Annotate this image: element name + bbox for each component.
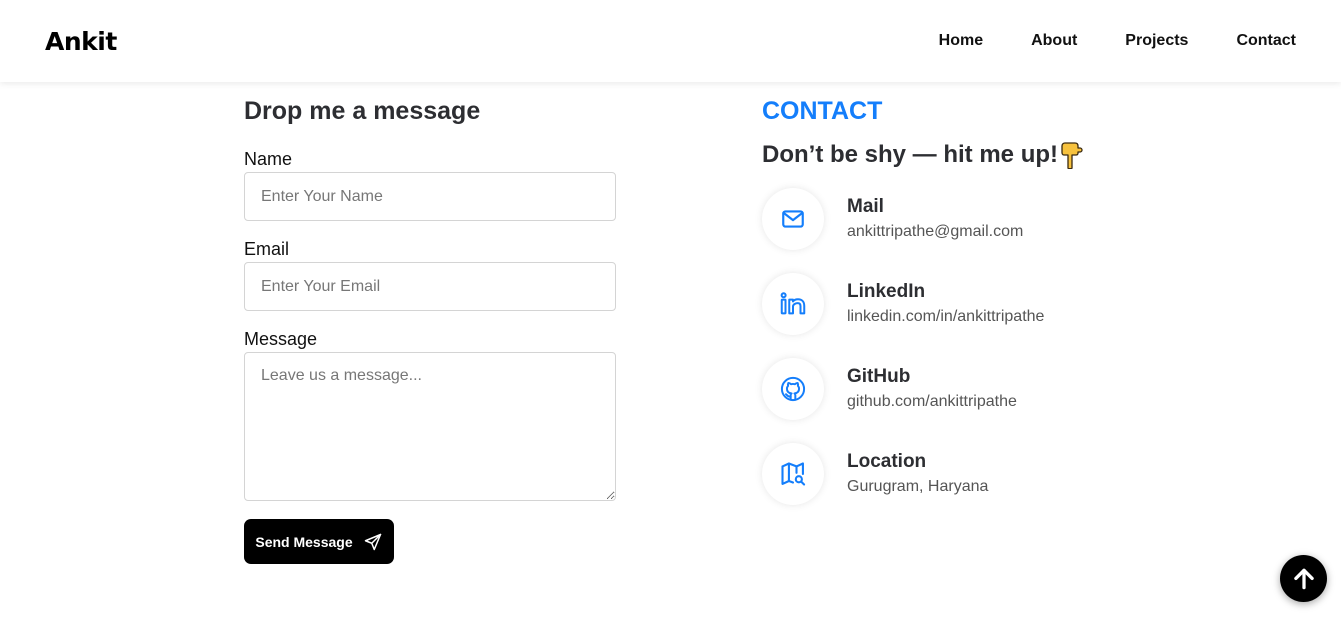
map-location-icon (762, 442, 824, 505)
nav-link-contact[interactable]: Contact (1236, 32, 1296, 50)
linkedin-icon (762, 272, 824, 335)
nav-link-about[interactable]: About (1031, 32, 1077, 50)
nav-link-home[interactable]: Home (939, 32, 983, 50)
form-title: Drop me a message (244, 97, 481, 125)
contact-label: Location (847, 451, 927, 472)
scroll-to-top-button[interactable] (1280, 555, 1327, 602)
send-message-label: Send Message (255, 533, 353, 550)
name-label: Name (244, 149, 293, 169)
contact-heading: Don’t be shy — hit me up! (762, 140, 1182, 170)
contact-text: LinkedIn linkedin.com/in/ankittripathe (847, 280, 1044, 327)
email-label: Email (244, 239, 290, 259)
send-message-button[interactable]: Send Message (244, 519, 394, 564)
contact-value[interactable]: ankittripathe@gmail.com (847, 222, 1023, 242)
contact-item-linkedin[interactable]: LinkedIn linkedin.com/in/ankittripathe (762, 272, 1182, 335)
contact-label: LinkedIn (847, 281, 926, 302)
message-label: Message (244, 329, 318, 349)
contact-form: Drop me a message Name Email Message Sen… (244, 96, 616, 564)
contact-label: GitHub (847, 366, 911, 387)
contact-text: Location Gurugram, Haryana (847, 450, 988, 497)
contact-heading-text: Don’t be shy — hit me up! (762, 141, 1059, 168)
brand-logo[interactable]: Ankit (45, 27, 117, 56)
pointing-down-icon (1060, 141, 1084, 169)
name-input[interactable] (244, 172, 616, 221)
message-textarea[interactable] (244, 352, 616, 501)
mail-icon (762, 187, 824, 250)
navbar: Ankit Home About Projects Contact (0, 0, 1341, 82)
contact-item-location[interactable]: Location Gurugram, Haryana (762, 442, 1182, 505)
contact-item-mail[interactable]: Mail ankittripathe@gmail.com (762, 187, 1182, 250)
nav-links: Home About Projects Contact (939, 32, 1296, 50)
email-input[interactable] (244, 262, 616, 311)
contact-kicker: CONTACT (762, 97, 883, 125)
contact-label: Mail (847, 196, 884, 217)
github-icon (762, 357, 824, 420)
contact-text: GitHub github.com/ankittripathe (847, 365, 1017, 412)
arrow-up-icon (1291, 566, 1317, 592)
contact-info: CONTACT Don’t be shy — hit me up! Mail a… (762, 96, 1182, 527)
contact-item-github[interactable]: GitHub github.com/ankittripathe (762, 357, 1182, 420)
contact-value[interactable]: github.com/ankittripathe (847, 392, 1017, 412)
contact-text: Mail ankittripathe@gmail.com (847, 195, 1023, 242)
contact-value[interactable]: linkedin.com/in/ankittripathe (847, 307, 1044, 327)
contact-value: Gurugram, Haryana (847, 478, 989, 495)
nav-link-projects[interactable]: Projects (1125, 32, 1188, 50)
contact-list: Mail ankittripathe@gmail.com LinkedIn li… (762, 187, 1182, 505)
send-icon (363, 532, 383, 552)
